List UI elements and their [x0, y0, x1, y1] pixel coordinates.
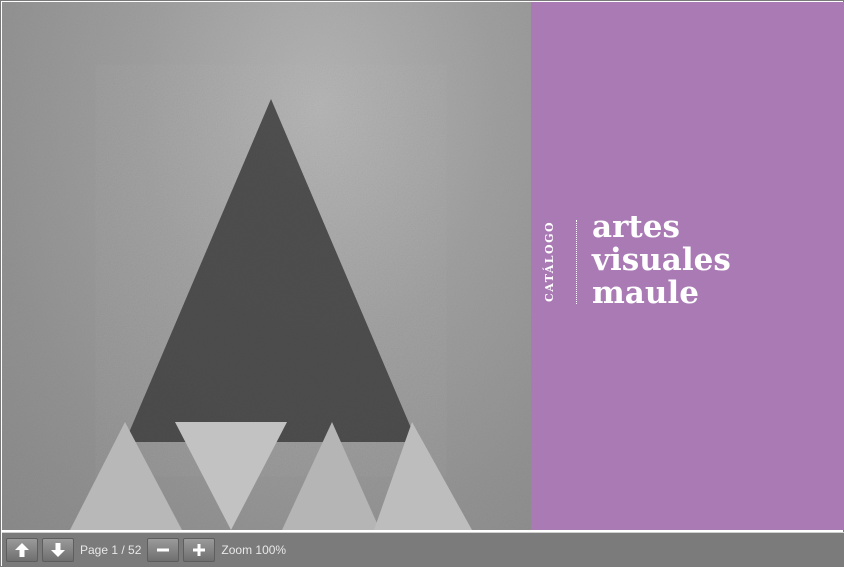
cover-title-panel: CATÁLOGO artes visuales maule [531, 2, 844, 530]
viewer-toolbar: Page 1 / 52 Zoom 100% [2, 532, 844, 566]
plus-icon [193, 543, 206, 556]
cover-artwork [2, 2, 531, 530]
minus-icon [157, 548, 170, 551]
zoom-out-button[interactable] [147, 537, 180, 562]
document-page: CATÁLOGO artes visuales maule [2, 2, 844, 530]
title-line: artes [592, 209, 680, 245]
title-line: maule [592, 275, 699, 311]
arrow-down-icon [51, 542, 65, 557]
dotted-divider [576, 220, 577, 304]
document-viewer: CATÁLOGO artes visuales maule Page 1 / 5… [0, 0, 844, 567]
catalog-label: CATÁLOGO [543, 220, 556, 302]
cover-title: artes visuales maule [592, 211, 731, 310]
arrow-up-icon [15, 542, 29, 557]
triangle-artwork [2, 2, 531, 530]
zoom-in-button[interactable] [183, 537, 216, 562]
next-page-button[interactable] [42, 537, 74, 562]
previous-page-button[interactable] [6, 537, 38, 562]
title-line: visuales [592, 242, 731, 278]
zoom-indicator: Zoom 100% [221, 542, 287, 557]
page-indicator: Page 1 / 52 [80, 542, 142, 557]
